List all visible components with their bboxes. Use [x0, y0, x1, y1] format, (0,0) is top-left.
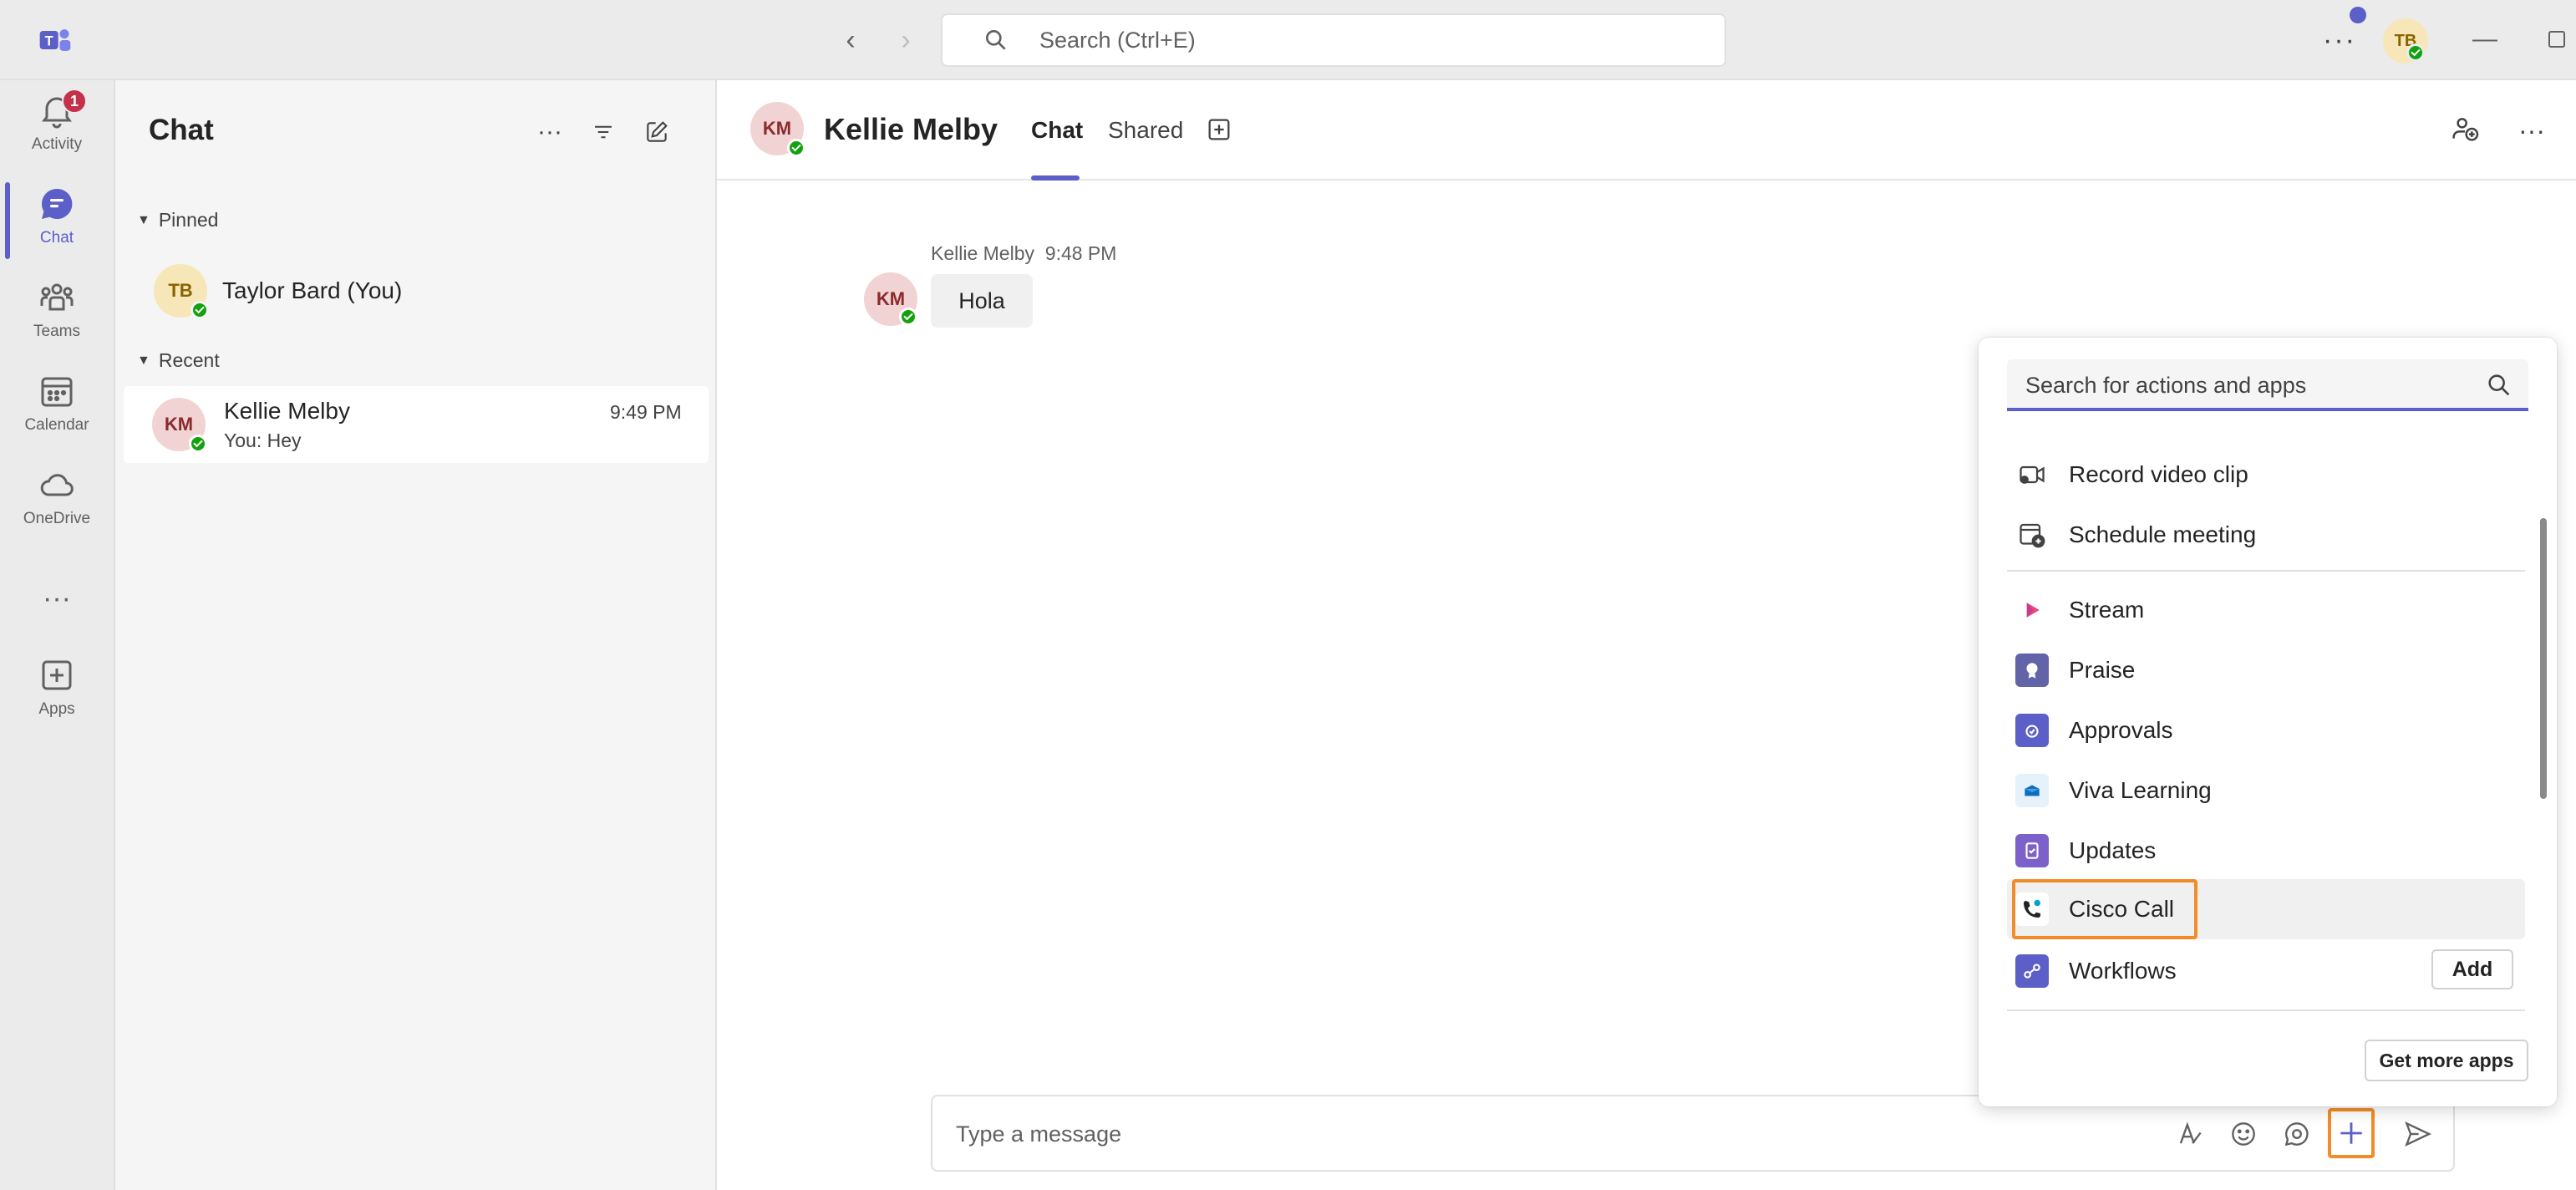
chat-icon	[41, 188, 73, 219]
add-people-icon[interactable]	[2448, 112, 2485, 149]
app-rail: 1 Activity Chat Teams Calendar OneDrive …	[0, 80, 115, 1190]
actions-apps-popup: Search for actions and apps Record video…	[1979, 338, 2557, 1106]
notification-dot	[2350, 7, 2366, 23]
chat-list-panel: Chat ··· ▼ Pinned TB Taylor Bard (You) ▼…	[115, 80, 717, 1190]
video-clip-icon	[2015, 458, 2049, 491]
chat-row-pinned[interactable]: TB Taylor Bard (You)	[124, 252, 709, 329]
send-icon[interactable]	[2396, 1113, 2438, 1155]
conversation-header: KM Kellie Melby Chat Shared ···	[717, 80, 2576, 181]
search-icon	[986, 29, 1006, 50]
add-apps-icon	[42, 660, 72, 690]
actions-and-apps-button[interactable]	[2328, 1108, 2375, 1158]
recent-section-header[interactable]: ▼ Recent	[137, 349, 220, 372]
chat-list-title: Chat	[149, 114, 214, 146]
cisco-call-highlight	[2012, 879, 2197, 939]
app-viva-learning[interactable]: Viva Learning	[2007, 762, 2525, 819]
rail-item-apps[interactable]: Apps	[0, 655, 114, 739]
plus-icon	[2340, 1122, 2362, 1144]
back-arrow-icon[interactable]: ‹	[831, 20, 871, 60]
forward-arrow-icon[interactable]: ›	[886, 20, 926, 60]
app-praise[interactable]: Praise	[2007, 642, 2525, 699]
rail-item-calendar[interactable]: Calendar	[0, 371, 114, 455]
compose-placeholder: Type a message	[956, 1121, 1122, 1147]
get-more-apps-button[interactable]: Get more apps	[2365, 1040, 2528, 1081]
presence-available-icon	[787, 139, 805, 157]
apps-search-input[interactable]: Search for actions and apps	[2007, 359, 2528, 411]
presence-available-icon	[191, 301, 209, 319]
updates-icon	[2015, 834, 2049, 867]
message-meta: Kellie Melby 9:48 PM	[931, 242, 1117, 264]
emoji-icon[interactable]	[2223, 1113, 2264, 1155]
divider	[2007, 1009, 2525, 1011]
minimize-icon[interactable]: —	[2460, 18, 2510, 60]
teams-logo-icon: T	[39, 29, 71, 51]
chat-row-name: Kellie Melby	[224, 398, 350, 424]
add-tab-icon[interactable]	[1205, 115, 1235, 145]
search-placeholder: Search (Ctrl+E)	[1039, 27, 1196, 53]
search-icon	[2488, 374, 2510, 396]
filter-icon[interactable]	[585, 114, 622, 150]
more-options-icon[interactable]: ···	[2319, 20, 2360, 60]
user-presence-icon	[2406, 43, 2425, 62]
collapse-caret-icon: ▼	[137, 353, 150, 368]
maximize-icon[interactable]	[2532, 18, 2576, 60]
chat-row-preview: You: Hey	[224, 430, 302, 451]
presence-available-icon	[189, 435, 207, 453]
app-workflows[interactable]: Workflows Add	[2007, 943, 2525, 999]
apps-search-placeholder: Search for actions and apps	[2025, 373, 2307, 398]
tab-chat[interactable]: Chat	[1031, 117, 1083, 144]
approvals-icon	[2015, 714, 2049, 747]
new-chat-icon[interactable]	[638, 114, 675, 150]
app-updates[interactable]: Updates	[2007, 822, 2525, 879]
more-apps-rail-icon[interactable]: ···	[0, 573, 114, 623]
tab-shared[interactable]: Shared	[1108, 117, 1183, 144]
svg-text:T: T	[45, 33, 53, 48]
loop-icon[interactable]	[2276, 1113, 2318, 1155]
app-stream[interactable]: Stream	[2007, 582, 2525, 638]
global-search-input[interactable]: Search (Ctrl+E)	[941, 13, 1726, 67]
praise-icon	[2015, 653, 2049, 687]
chat-row-name: Taylor Bard (You)	[222, 277, 403, 303]
format-icon[interactable]	[2169, 1113, 2211, 1155]
rail-item-teams[interactable]: Teams	[0, 277, 114, 361]
workflows-icon	[2015, 954, 2049, 988]
contact-name: Kellie Melby	[824, 112, 998, 146]
cloud-icon	[40, 474, 74, 496]
teams-people-icon	[40, 283, 74, 311]
rail-item-onedrive[interactable]: OneDrive	[0, 465, 114, 548]
active-tab-indicator	[1031, 175, 1080, 181]
presence-available-icon	[899, 308, 917, 326]
more-options-icon[interactable]: ···	[2513, 112, 2550, 149]
more-options-icon[interactable]: ···	[531, 114, 568, 150]
rail-item-chat[interactable]: Chat	[0, 184, 114, 267]
collapse-caret-icon: ▼	[137, 212, 150, 227]
action-record-video-clip[interactable]: Record video clip	[2007, 446, 2525, 503]
chat-row-time: 9:49 PM	[610, 401, 682, 423]
chat-row-recent[interactable]: KM Kellie Melby You: Hey 9:49 PM	[124, 386, 709, 463]
calendar-icon	[41, 377, 73, 407]
action-schedule-meeting[interactable]: Schedule meeting	[2007, 506, 2525, 563]
add-workflows-button[interactable]: Add	[2431, 949, 2513, 989]
app-approvals[interactable]: Approvals	[2007, 702, 2525, 759]
popup-scrollbar[interactable]	[2540, 518, 2547, 799]
divider	[2007, 570, 2525, 572]
message-bubble[interactable]: Hola	[931, 274, 1033, 328]
pinned-section-header[interactable]: ▼ Pinned	[137, 209, 218, 231]
stream-icon	[2015, 593, 2049, 627]
viva-learning-icon	[2015, 774, 2049, 807]
rail-item-activity[interactable]: 1 Activity	[0, 89, 114, 174]
calendar-add-icon	[2015, 518, 2049, 552]
activity-badge: 1	[62, 89, 87, 114]
